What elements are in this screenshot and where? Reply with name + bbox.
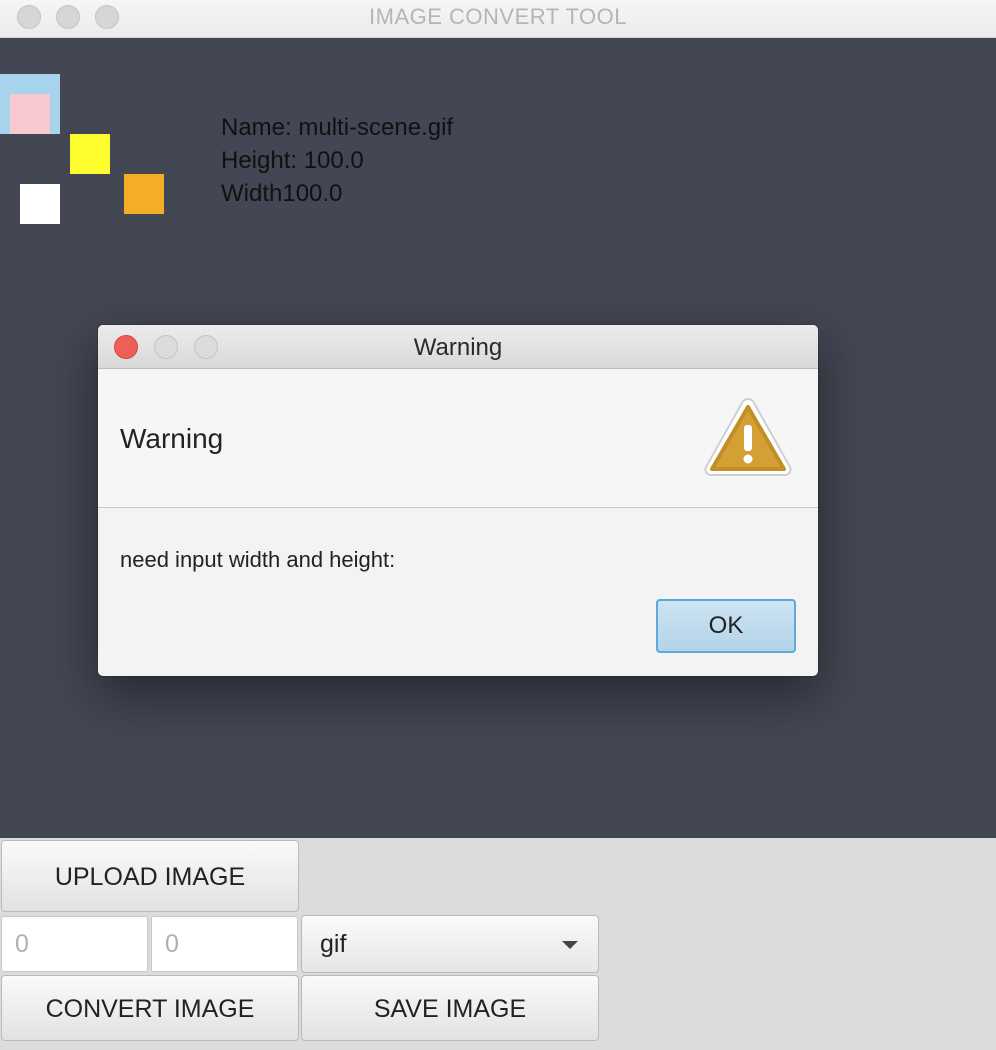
warning-dialog: Warning Warning need input width and hei… bbox=[98, 325, 818, 676]
dialog-message: need input width and height: bbox=[120, 547, 396, 572]
image-name-label: Name: multi-scene.gif bbox=[221, 114, 454, 141]
dialog-header-text: Warning bbox=[120, 423, 224, 454]
image-width-label: Width100.0 bbox=[221, 180, 343, 207]
save-image-button[interactable]: SAVE IMAGE bbox=[301, 975, 599, 1041]
convert-image-button[interactable]: CONVERT IMAGE bbox=[1, 975, 299, 1041]
dialog-title-bar[interactable]: Warning bbox=[98, 325, 818, 369]
preview-square-yellow bbox=[70, 134, 110, 174]
title-bar[interactable]: IMAGE CONVERT TOOL bbox=[0, 0, 996, 38]
preview-square-orange bbox=[124, 174, 164, 214]
format-select[interactable]: gif bbox=[301, 915, 599, 973]
width-input[interactable]: 0 bbox=[1, 916, 148, 972]
height-input[interactable]: 0 bbox=[151, 916, 298, 972]
image-info: Name: multi-scene.gif Height: 100.0 Widt… bbox=[221, 111, 453, 210]
ok-button[interactable]: OK bbox=[656, 599, 796, 653]
dialog-title: Warning bbox=[413, 334, 503, 361]
preview-square-white bbox=[20, 184, 60, 224]
dialog-header: Warning bbox=[98, 369, 818, 508]
window-title: IMAGE CONVERT TOOL bbox=[369, 4, 627, 29]
upload-image-button[interactable]: UPLOAD IMAGE bbox=[1, 840, 299, 912]
controls-panel: UPLOAD IMAGE 0 0 gif CONVERT IMAGE SAVE … bbox=[0, 838, 996, 1050]
image-height-label: Height: 100.0 bbox=[221, 147, 364, 174]
chevron-down-icon bbox=[562, 941, 578, 949]
preview-square-pink bbox=[10, 94, 50, 134]
main-window: IMAGE CONVERT TOOL Name: multi-scene.gif… bbox=[0, 0, 996, 1050]
format-select-value: gif bbox=[320, 930, 347, 958]
warning-triangle-icon bbox=[704, 397, 792, 476]
